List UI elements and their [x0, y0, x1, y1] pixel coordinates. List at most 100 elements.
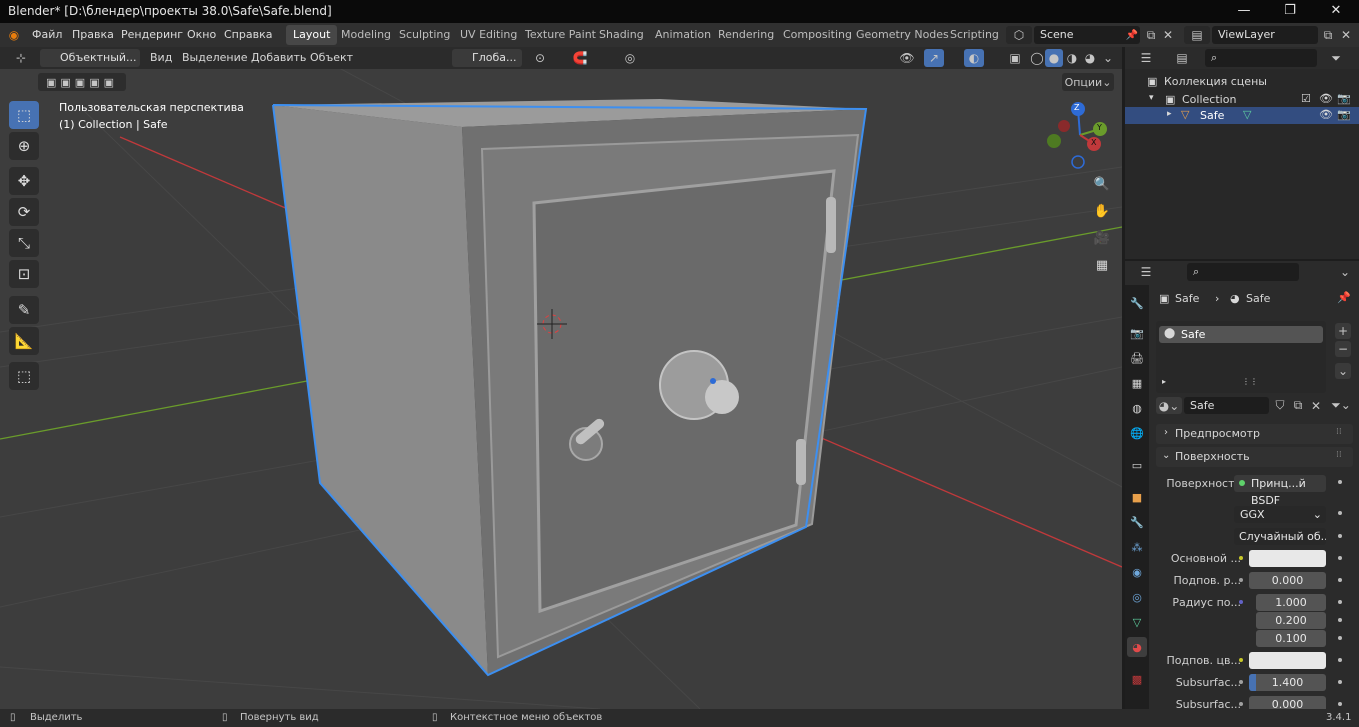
- transform-tool[interactable]: ⊡: [9, 260, 39, 288]
- tab-animation[interactable]: Animation: [648, 25, 718, 45]
- drag-handle-icon[interactable]: ⁞⁞: [1336, 427, 1342, 437]
- keyframe-dot[interactable]: [1338, 680, 1342, 684]
- chevron-down-icon[interactable]: ▾: [1149, 93, 1154, 103]
- subsurface-color-swatch[interactable]: [1249, 652, 1326, 669]
- fake-user-icon[interactable]: ⛉: [1271, 397, 1289, 414]
- material-name-field[interactable]: Safe: [1184, 397, 1269, 414]
- modifier-tab-icon[interactable]: 🔧: [1127, 512, 1147, 532]
- shading-options-icon[interactable]: ⌄: [1101, 49, 1115, 67]
- checkbox-icon[interactable]: ☑: [1301, 92, 1311, 105]
- output-tab-icon[interactable]: 🖨: [1127, 348, 1147, 368]
- outliner-row-scene-collection[interactable]: ▣ Коллекция сцены: [1147, 74, 1347, 90]
- properties-search-input[interactable]: ⌕: [1187, 263, 1299, 281]
- mode-selector[interactable]: Объектный...: [40, 49, 140, 67]
- keyframe-dot[interactable]: [1338, 578, 1342, 582]
- data-tab-icon[interactable]: ▽: [1127, 612, 1147, 632]
- zoom-icon[interactable]: 🔍: [1090, 172, 1114, 196]
- subsurface-ior-value[interactable]: 1.400: [1249, 674, 1326, 691]
- tab-shading[interactable]: Shading: [592, 25, 651, 45]
- tab-compositing[interactable]: Compositing: [776, 25, 859, 45]
- constraints-tab-icon[interactable]: ◎: [1127, 587, 1147, 607]
- view-layer-field[interactable]: ViewLayer: [1212, 26, 1318, 44]
- options-button[interactable]: Опции ⌄: [1062, 73, 1114, 91]
- gizmo-z-label[interactable]: Z: [1074, 103, 1079, 112]
- display-mode-icon[interactable]: ▤: [1169, 49, 1195, 67]
- resize-handle-icon[interactable]: ⋮⋮: [1242, 377, 1258, 386]
- pin-icon[interactable]: 📌: [1125, 26, 1139, 44]
- select-mode-icons[interactable]: ▣▣▣▣▣: [38, 73, 126, 91]
- delete-scene-icon[interactable]: ✕: [1160, 26, 1176, 44]
- menu-file[interactable]: Файл: [32, 28, 62, 41]
- particles-tab-icon[interactable]: ⁂: [1127, 537, 1147, 557]
- annotate-tool[interactable]: ✎: [9, 296, 39, 324]
- material-shading-icon[interactable]: ◑: [1063, 49, 1081, 67]
- radius-value-x[interactable]: 1.000: [1256, 594, 1326, 611]
- solid-shading-icon[interactable]: ●: [1045, 49, 1063, 67]
- keyframe-dot[interactable]: [1338, 636, 1342, 640]
- tab-texture-paint[interactable]: Texture Paint: [518, 25, 603, 45]
- perspective-grid-icon[interactable]: ▦: [1090, 253, 1114, 277]
- texture-tab-icon[interactable]: ▩: [1127, 669, 1147, 689]
- menu-object[interactable]: Объект: [310, 51, 353, 64]
- tab-scripting[interactable]: Scripting: [943, 25, 1006, 45]
- radius-value-z[interactable]: 0.100: [1256, 630, 1326, 647]
- rotate-tool[interactable]: ⟳: [9, 198, 39, 226]
- keyframe-dot[interactable]: [1338, 600, 1342, 604]
- outliner-editor-icon[interactable]: ☰: [1133, 49, 1159, 67]
- gizmo-toggle-icon[interactable]: ↗: [924, 49, 944, 67]
- drag-handle-icon[interactable]: ⁞⁞: [1336, 450, 1342, 460]
- keyframe-dot[interactable]: [1338, 618, 1342, 622]
- pivot-icon[interactable]: ⊙: [528, 49, 552, 67]
- move-tool[interactable]: ✥: [9, 167, 39, 195]
- camera-icon[interactable]: 🎥: [1090, 226, 1114, 250]
- subsurface-method-dropdown[interactable]: Случайный об...: [1234, 528, 1326, 545]
- scene-tab-icon[interactable]: ◍: [1127, 398, 1147, 418]
- menu-view[interactable]: Вид: [150, 51, 172, 64]
- cursor-tool[interactable]: ⊕: [9, 132, 39, 160]
- link-type-icon[interactable]: ⏷⌄: [1327, 397, 1355, 414]
- close-button[interactable]: ✕: [1313, 0, 1359, 23]
- render-tab-icon[interactable]: 📷: [1127, 323, 1147, 343]
- panel-preview-header[interactable]: › Предпросмотр ⁞⁞: [1156, 424, 1353, 444]
- surface-shader-field[interactable]: Принц...й BSDF: [1234, 475, 1326, 507]
- transform-orientation[interactable]: Глоба...: [452, 49, 522, 67]
- eye-icon[interactable]: 👁: [1319, 108, 1333, 121]
- panel-surface-header[interactable]: ⌄ Поверхность ⁞⁞: [1156, 447, 1353, 467]
- menu-edit[interactable]: Правка: [72, 28, 114, 41]
- camera-render-icon[interactable]: 📷: [1337, 92, 1351, 105]
- maximize-button[interactable]: ❐: [1267, 0, 1313, 23]
- keyframe-dot[interactable]: [1338, 556, 1342, 560]
- 3d-viewport[interactable]: Z Y X ⊹ Объектный... Вид Выделение Добав…: [0, 47, 1122, 709]
- tool-tab-icon[interactable]: 🔧: [1127, 293, 1147, 313]
- pin-icon[interactable]: 📌: [1337, 291, 1351, 304]
- keyframe-dot[interactable]: [1338, 702, 1342, 706]
- xray-icon[interactable]: ▣: [1006, 49, 1024, 67]
- collection-tab-icon[interactable]: ▭: [1127, 455, 1147, 475]
- keyframe-dot[interactable]: [1338, 534, 1342, 538]
- chevron-down-icon[interactable]: ⌄: [1337, 263, 1353, 281]
- scene-selector-icon[interactable]: ⬡: [1006, 26, 1032, 44]
- keyframe-dot[interactable]: [1338, 511, 1342, 515]
- tab-sculpting[interactable]: Sculpting: [392, 25, 457, 45]
- unlink-material-icon[interactable]: ✕: [1307, 397, 1325, 414]
- chevron-right-icon[interactable]: ▸: [1167, 109, 1172, 119]
- outliner-row-safe[interactable]: ▸ ▽ Safe ▽ 👁 📷: [1125, 107, 1359, 124]
- tab-modeling[interactable]: Modeling: [334, 25, 398, 45]
- tab-layout[interactable]: Layout: [286, 25, 338, 45]
- snap-icon[interactable]: 🧲: [558, 49, 602, 67]
- view-layer-tab-icon[interactable]: ▦: [1127, 373, 1147, 393]
- filter-icon[interactable]: ⏷: [1321, 49, 1351, 67]
- add-slot-button[interactable]: +: [1335, 323, 1351, 339]
- slot-menu-button[interactable]: ⌄: [1335, 363, 1351, 379]
- select-box-tool[interactable]: ⬚: [9, 101, 39, 129]
- menu-help[interactable]: Справка: [224, 28, 272, 41]
- outliner-search-input[interactable]: ⌕: [1205, 49, 1317, 67]
- material-tab-icon[interactable]: ◕: [1127, 637, 1147, 657]
- gizmo-x-label[interactable]: X: [1091, 138, 1096, 147]
- outliner-row-collection[interactable]: ▾ ▣ Collection ☑ 👁 📷: [1147, 92, 1359, 108]
- menu-add[interactable]: Добавить: [251, 51, 306, 64]
- object-tab-icon[interactable]: ■: [1127, 487, 1147, 507]
- keyframe-dot[interactable]: [1338, 658, 1342, 662]
- new-view-layer-icon[interactable]: ⧉: [1320, 26, 1336, 44]
- wireframe-shading-icon[interactable]: ◯: [1028, 49, 1046, 67]
